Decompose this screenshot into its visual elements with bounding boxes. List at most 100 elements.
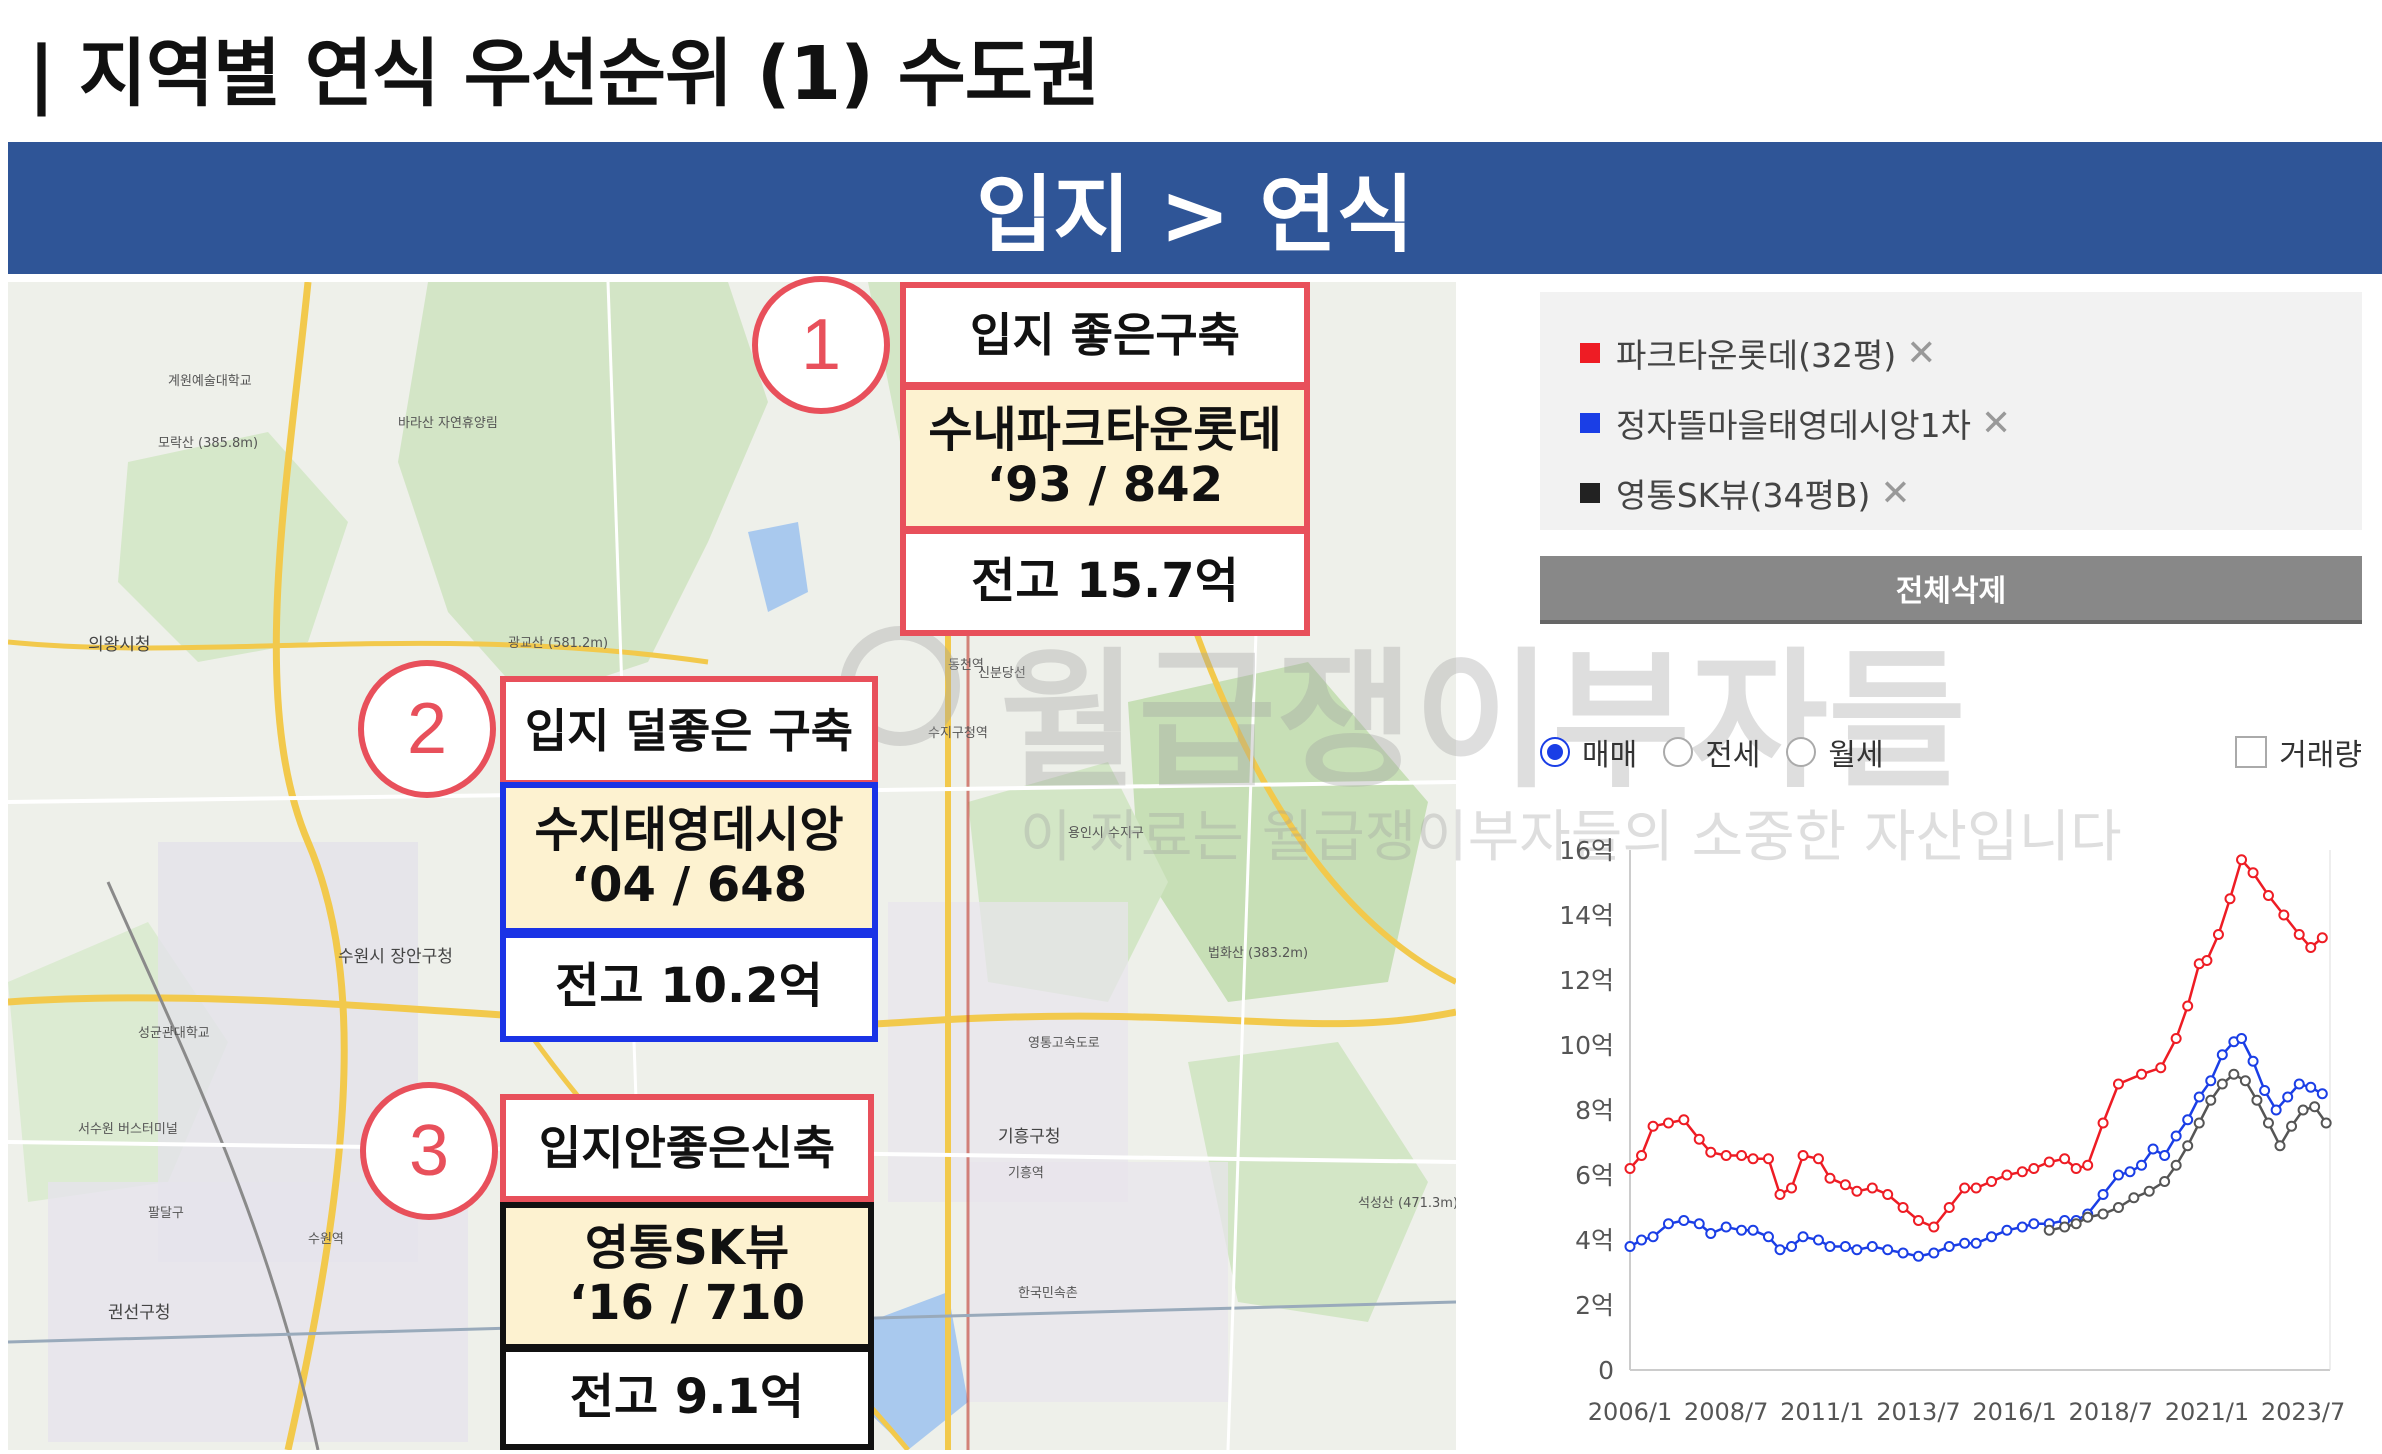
data-point [2082,1211,2094,1223]
data-point [1678,1215,1690,1226]
data-point [2112,1202,2124,1213]
data-point [2136,1159,2148,1171]
close-icon[interactable]: ✕ [1981,403,2011,444]
data-point [1624,1241,1636,1252]
data-point [2286,1120,2298,1132]
data-point [1866,1241,1878,1252]
data-point [2193,1091,2205,1103]
data-point [1647,1120,1659,1132]
data-point [1882,1244,1894,1256]
data-point [2259,1085,2271,1096]
monthly-rent-radio[interactable] [1786,737,1817,767]
y-tick-label: 0 [1598,1356,1614,1385]
data-point [1736,1150,1748,1161]
callout-2-year-units: ‘04 / 648 [570,857,808,913]
close-icon[interactable]: ✕ [1906,333,1936,374]
data-point [2043,1156,2055,1168]
y-tick-label: 16억 [1559,836,1614,865]
map-label: 바라산 자연휴양림 [398,416,498,431]
data-point [2001,1169,2013,1181]
data-point [2316,932,2328,944]
map-label: 석성산 (471.3m) [1358,1196,1456,1211]
y-tick-label: 8억 [1575,1096,1614,1125]
data-point [2155,1062,2167,1074]
y-tick-label: 12억 [1559,966,1614,995]
data-point [2070,1218,2082,1230]
map-label: 팔달구 [148,1206,184,1221]
data-point [2182,1000,2194,1012]
data-point [2082,1159,2094,1171]
callout-1-year-units: ‘93 / 842 [986,457,1224,513]
callout-number-2: 2 [358,660,496,798]
data-point [1747,1224,1759,1236]
close-icon[interactable]: ✕ [1880,473,1910,514]
sale-radio[interactable] [1540,737,1570,767]
deal-type-filter: 매매 전세 월세 거래량 [1540,728,2362,776]
data-point [2159,1150,2171,1161]
data-point [2001,1224,2013,1236]
y-tick-label: 2억 [1575,1291,1614,1320]
callout-2-apartment: 수지태영데시앙 ‘04 / 648 [500,782,878,934]
map-label: 수원시 장안구청 [338,947,453,967]
data-point [2182,1114,2194,1126]
data-point [2143,1185,2155,1197]
jeonse-label: 전세 [1705,738,1761,773]
data-point [2170,1159,2182,1171]
data-point [2293,1078,2305,1090]
data-point [2170,1033,2182,1044]
data-point [1897,1202,1909,1213]
callout-2-apartment-name: 수지태영데시앙 [534,801,844,858]
data-point [2278,909,2290,921]
jeonse-radio[interactable] [1663,737,1694,767]
data-point [1705,1146,1717,1158]
legend-item: 파크타운롯데(32평) ✕ [1580,318,2322,388]
data-point [2201,955,2213,966]
data-point [2305,1081,2317,1093]
callout-1-apartment-name: 수내파크타운롯데 [928,401,1282,458]
data-point [1851,1244,1863,1256]
price-chart: 0 2억 4억 6억 8억 10억 12억 14억 16억 2006/1 2008/7 2011/1 2… [1559,836,2345,1426]
callout-1-heading: 입지 좋은구축 [900,282,1310,388]
x-tick-label: 2013/7 [1876,1398,1960,1426]
data-point [1851,1185,1863,1197]
data-point [2251,1094,2263,1106]
volume-checkbox[interactable] [2235,736,2268,768]
data-point [2070,1163,2082,1174]
page-title: | 지역별 연식 우선순위 (1) 수도권 [28,31,1100,117]
x-tick-label: 2023/7 [2261,1398,2345,1426]
map-label: 성균관대학교 [138,1026,210,1041]
data-point [2293,929,2305,940]
data-point [2320,1117,2332,1129]
data-point [2297,1104,2309,1116]
data-point [2228,1068,2240,1080]
delete-all-button[interactable]: 전체삭제 [1540,556,2362,624]
data-point [2059,1221,2071,1233]
data-point [2205,1094,2217,1106]
callout-1-price-text: 전고 15.7억 [971,553,1239,610]
data-point [1662,1218,1674,1230]
data-point [2305,942,2317,953]
data-point [2097,1189,2109,1200]
data-point [1928,1247,1940,1259]
data-point [2182,1140,2194,1152]
callout-1-heading-text: 입지 좋은구축 [970,307,1240,362]
x-tick-label: 2011/1 [1780,1398,1864,1426]
legend-label: 파크타운롯데(32평) [1616,336,1897,375]
data-point [1662,1117,1674,1129]
volume-label: 거래량 [2279,738,2362,773]
map-label: 서수원 버스터미널 [78,1122,178,1137]
data-point [2136,1068,2148,1080]
legend-item: 영통SK뷰(34평B) ✕ [1580,458,2322,528]
callout-3-heading: 입지안좋은신축 [500,1094,874,1202]
data-point [1786,1241,1798,1252]
y-tick-label: 10억 [1559,1031,1614,1060]
data-point [1774,1189,1786,1200]
callout-2-price: 전고 10.2억 [500,932,878,1042]
data-point [1812,1234,1824,1246]
data-point [2270,1104,2282,1116]
blue-square-icon [1580,413,1600,433]
map-label: 기흥구청 [998,1127,1061,1147]
data-point [1693,1133,1705,1145]
legend-label: 영통SK뷰(34평B) [1616,476,1871,515]
data-point [2212,929,2224,940]
